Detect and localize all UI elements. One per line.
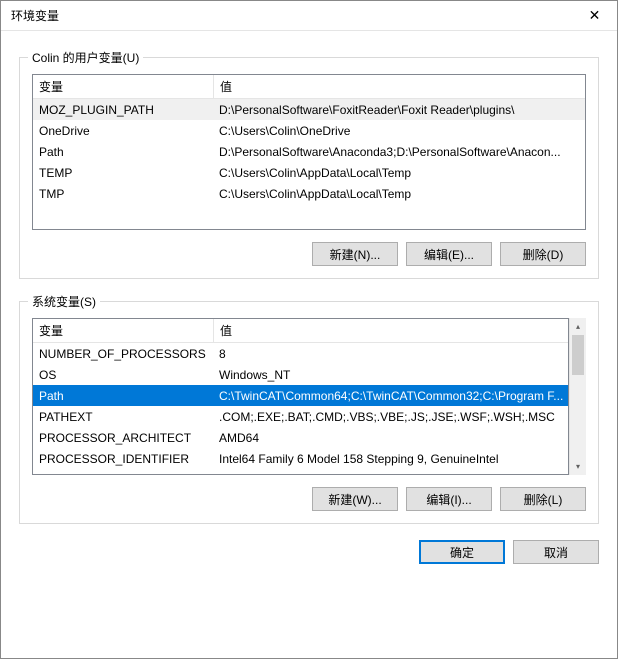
var-name: OS bbox=[33, 368, 213, 382]
var-value: C:\TwinCAT\Common64;C:\TwinCAT\Common32;… bbox=[213, 389, 568, 403]
var-name: PATHEXT bbox=[33, 410, 213, 424]
system-edit-button[interactable]: 编辑(I)... bbox=[406, 487, 492, 511]
var-name: PROCESSOR_ARCHITECT bbox=[33, 431, 213, 445]
scroll-track[interactable] bbox=[570, 335, 586, 458]
table-row[interactable]: PATHEXT .COM;.EXE;.BAT;.CMD;.VBS;.VBE;.J… bbox=[33, 406, 568, 427]
user-header-value[interactable]: 值 bbox=[214, 78, 585, 95]
table-row[interactable]: PROCESSOR_IDENTIFIER Intel64 Family 6 Mo… bbox=[33, 448, 568, 469]
var-value: C:\Users\Colin\AppData\Local\Temp bbox=[213, 187, 585, 201]
system-vars-header[interactable]: 变量 值 bbox=[33, 319, 568, 343]
scroll-up-icon[interactable]: ▴ bbox=[570, 318, 586, 335]
table-row[interactable]: TEMP C:\Users\Colin\AppData\Local\Temp bbox=[33, 162, 585, 183]
ok-button[interactable]: 确定 bbox=[419, 540, 505, 564]
var-value: AMD64 bbox=[213, 431, 568, 445]
table-row[interactable]: OneDrive C:\Users\Colin\OneDrive bbox=[33, 120, 585, 141]
user-new-button[interactable]: 新建(N)... bbox=[312, 242, 398, 266]
user-edit-button[interactable]: 编辑(E)... bbox=[406, 242, 492, 266]
system-delete-button[interactable]: 删除(L) bbox=[500, 487, 586, 511]
titlebar[interactable]: 环境变量 ✕ bbox=[1, 1, 617, 31]
system-vars-group: 系统变量(S) 变量 值 NUMBER_OF_PROCESSORS 8 bbox=[19, 301, 599, 524]
user-vars-legend: Colin 的用户变量(U) bbox=[28, 49, 143, 66]
var-value: D:\PersonalSoftware\FoxitReader\Foxit Re… bbox=[213, 103, 585, 117]
table-row[interactable]: PROCESSOR_ARCHITECT AMD64 bbox=[33, 427, 568, 448]
system-header-value[interactable]: 值 bbox=[214, 322, 568, 339]
system-vars-buttons: 新建(W)... 编辑(I)... 删除(L) bbox=[32, 487, 586, 511]
var-name: MOZ_PLUGIN_PATH bbox=[33, 103, 213, 117]
table-row[interactable]: Path D:\PersonalSoftware\Anaconda3;D:\Pe… bbox=[33, 141, 585, 162]
scroll-down-icon[interactable]: ▾ bbox=[570, 458, 586, 475]
user-header-name[interactable]: 变量 bbox=[33, 78, 213, 95]
dialog-buttons: 确定 取消 bbox=[19, 540, 599, 564]
user-delete-button[interactable]: 删除(D) bbox=[500, 242, 586, 266]
var-name: Path bbox=[33, 389, 213, 403]
var-name: TEMP bbox=[33, 166, 213, 180]
var-value: 6 bbox=[213, 473, 568, 475]
table-row[interactable]: NUMBER_OF_PROCESSORS 8 bbox=[33, 343, 568, 364]
var-name: NUMBER_OF_PROCESSORS bbox=[33, 347, 213, 361]
var-value: Intel64 Family 6 Model 158 Stepping 9, G… bbox=[213, 452, 568, 466]
var-name: Path bbox=[33, 145, 213, 159]
system-header-name[interactable]: 变量 bbox=[33, 322, 213, 339]
user-vars-header[interactable]: 变量 值 bbox=[33, 75, 585, 99]
system-new-button[interactable]: 新建(W)... bbox=[312, 487, 398, 511]
var-value: 8 bbox=[213, 347, 568, 361]
cancel-button[interactable]: 取消 bbox=[513, 540, 599, 564]
system-vars-legend: 系统变量(S) bbox=[28, 293, 100, 310]
scroll-thumb[interactable] bbox=[572, 335, 584, 375]
close-button[interactable]: ✕ bbox=[572, 1, 617, 31]
var-name: PROCESSOR_IDENTIFIER bbox=[33, 452, 213, 466]
close-icon: ✕ bbox=[589, 7, 601, 24]
var-name: OneDrive bbox=[33, 124, 213, 138]
var-name: TMP bbox=[33, 187, 213, 201]
table-row[interactable]: TMP C:\Users\Colin\AppData\Local\Temp bbox=[33, 183, 585, 204]
table-row[interactable]: OS Windows_NT bbox=[33, 364, 568, 385]
var-value: Windows_NT bbox=[213, 368, 568, 382]
window-title: 环境变量 bbox=[11, 7, 572, 24]
table-row[interactable]: PROCESSOR_LEVEL 6 bbox=[33, 469, 568, 474]
var-value: C:\Users\Colin\OneDrive bbox=[213, 124, 585, 138]
system-vars-scrollbar[interactable]: ▴ ▾ bbox=[569, 318, 586, 475]
env-vars-dialog: 环境变量 ✕ Colin 的用户变量(U) 变量 值 MOZ_PLUGIN_PA… bbox=[0, 0, 618, 659]
table-row[interactable]: Path C:\TwinCAT\Common64;C:\TwinCAT\Comm… bbox=[33, 385, 568, 406]
user-vars-group: Colin 的用户变量(U) 变量 值 MOZ_PLUGIN_PATH D:\P… bbox=[19, 57, 599, 279]
var-value: .COM;.EXE;.BAT;.CMD;.VBS;.VBE;.JS;.JSE;.… bbox=[213, 410, 568, 424]
var-value: C:\Users\Colin\AppData\Local\Temp bbox=[213, 166, 585, 180]
table-row[interactable]: MOZ_PLUGIN_PATH D:\PersonalSoftware\Foxi… bbox=[33, 99, 585, 120]
user-vars-buttons: 新建(N)... 编辑(E)... 删除(D) bbox=[32, 242, 586, 266]
user-vars-body[interactable]: MOZ_PLUGIN_PATH D:\PersonalSoftware\Foxi… bbox=[33, 99, 585, 229]
var-name: PROCESSOR_LEVEL bbox=[33, 473, 213, 475]
var-value: D:\PersonalSoftware\Anaconda3;D:\Persona… bbox=[213, 145, 585, 159]
dialog-body: Colin 的用户变量(U) 变量 值 MOZ_PLUGIN_PATH D:\P… bbox=[1, 31, 617, 578]
system-vars-list[interactable]: 变量 值 NUMBER_OF_PROCESSORS 8 OS Windows_N… bbox=[32, 318, 569, 475]
system-vars-body[interactable]: NUMBER_OF_PROCESSORS 8 OS Windows_NT Pat… bbox=[33, 343, 568, 474]
user-vars-list[interactable]: 变量 值 MOZ_PLUGIN_PATH D:\PersonalSoftware… bbox=[32, 74, 586, 230]
